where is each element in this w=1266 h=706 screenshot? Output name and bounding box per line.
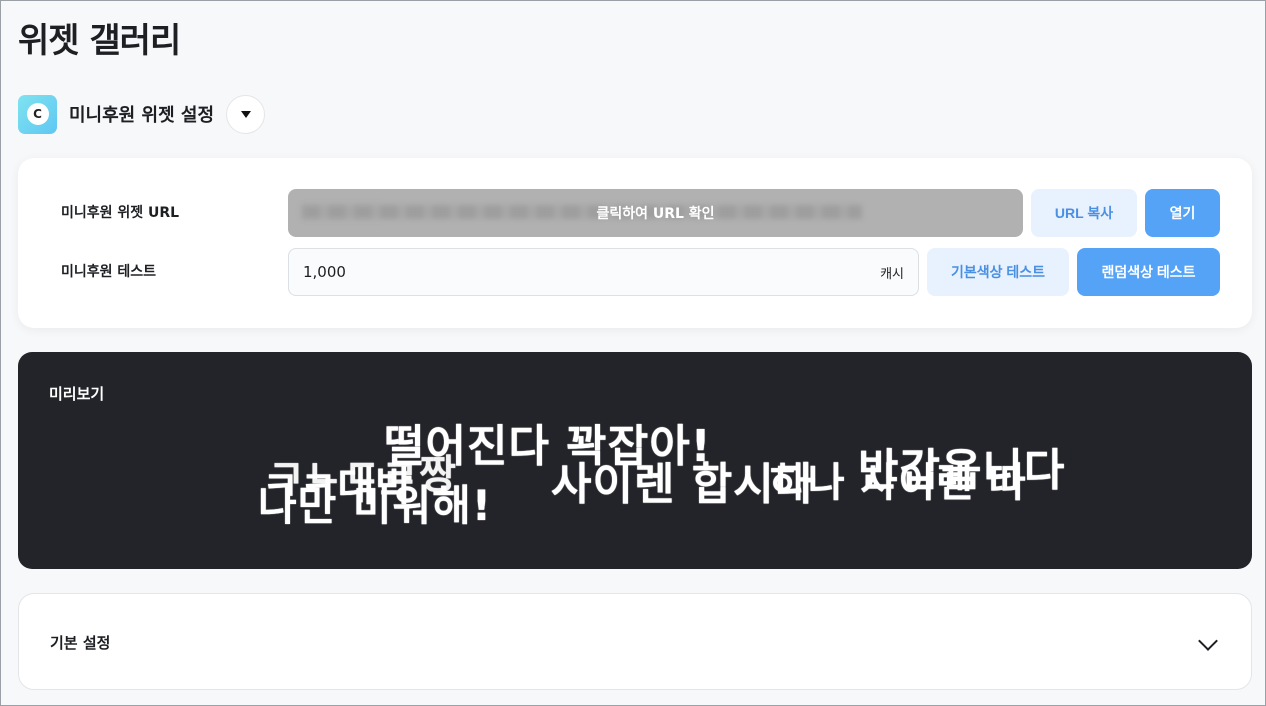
app-frame: 위젯 갤러리 C 미니후원 위젯 설정 미니후원 위젯 URL 클릭하여 URL…: [0, 0, 1266, 706]
widget-logo-letter: C: [26, 103, 49, 125]
widget-name: 미니후원 위젯 설정: [69, 105, 215, 126]
default-color-test-button[interactable]: 기본색상 테스트: [927, 248, 1069, 296]
widget-logo: C: [18, 94, 57, 134]
reveal-url-text: 클릭하여 URL 확인: [596, 206, 715, 222]
url-label: 미니후원 위젯 URL: [61, 205, 180, 221]
preview-panel: 미리보기 떨어진다 꽉잡아! 사이렌 합시다 반갑읍니다 ㅋㅋ대박 ㄱㄴㄷㄹ짱 …: [18, 352, 1252, 569]
widget-dropdown-button[interactable]: [226, 94, 266, 134]
amount-unit: 캐시: [880, 266, 904, 282]
preview-title: 미리보기: [49, 385, 105, 403]
random-color-test-button[interactable]: 랜덤색상 테스트: [1077, 248, 1220, 296]
preview-message: 하나 사이렌 따: [770, 460, 1027, 506]
page-title: 위젯 갤러리: [18, 21, 181, 61]
caret-down-icon: [240, 110, 251, 118]
basic-settings-title: 기본 설정: [50, 634, 111, 652]
widget-url-field[interactable]: 클릭하여 URL 확인: [288, 189, 1023, 237]
basic-settings-section[interactable]: 기본 설정: [18, 593, 1252, 690]
chevron-down-icon[interactable]: [1198, 631, 1218, 651]
preview-message: 나만 미워해!: [258, 481, 492, 530]
blurred-url: [302, 205, 862, 219]
copy-url-button[interactable]: URL 복사: [1031, 189, 1137, 237]
test-amount-input[interactable]: 1,000 캐시: [288, 248, 919, 296]
test-label: 미니후원 테스트: [61, 264, 157, 280]
widget-settings-card: 미니후원 위젯 URL 클릭하여 URL 확인 URL 복사 열기 미니후원 테…: [18, 158, 1252, 328]
amount-value: 1,000: [303, 263, 346, 281]
widget-selector[interactable]: C 미니후원 위젯 설정: [18, 94, 266, 134]
open-url-button[interactable]: 열기: [1145, 189, 1220, 237]
